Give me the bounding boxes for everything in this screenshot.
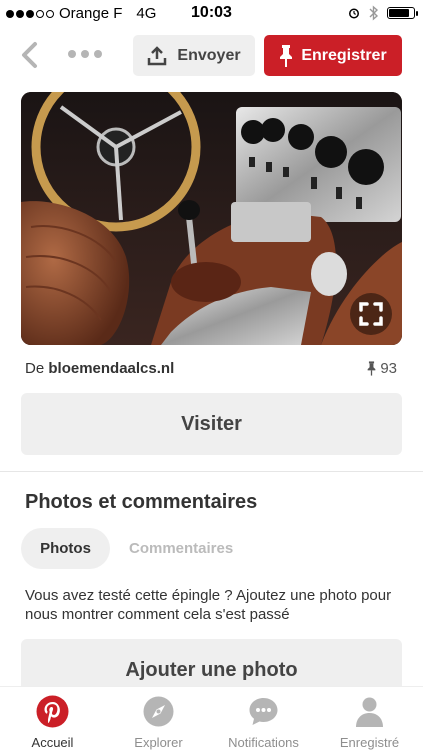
nav-label-explore: Explorer	[134, 735, 183, 750]
saves-count-value: 93	[380, 360, 397, 377]
add-photo-button-label: Ajouter une photo	[125, 658, 298, 681]
nav-item-explore[interactable]: Explorer	[106, 687, 211, 751]
nav-item-home[interactable]: Accueil	[0, 687, 105, 751]
send-button[interactable]: Envoyer	[133, 35, 255, 76]
chevron-left-icon[interactable]	[18, 40, 42, 70]
speech-bubble-icon	[249, 698, 278, 725]
source-prefix: De	[25, 360, 45, 377]
person-icon	[356, 697, 383, 727]
send-button-label: Envoyer	[177, 46, 241, 64]
section-title: Photos et commentaires	[25, 491, 258, 513]
add-photo-prompt: Vous avez testé cette épingle ? Ajoutez …	[25, 587, 392, 623]
alarm-icon	[349, 8, 359, 19]
saves-count: 93	[367, 360, 397, 377]
pinterest-logo-icon	[36, 695, 69, 728]
nav-label-saved: Enregistré	[339, 735, 400, 750]
expand-image-button[interactable]	[350, 293, 392, 335]
nav-item-saved[interactable]: Enregistré	[317, 687, 422, 751]
status-bar: Orange F 4G 10:03	[0, 0, 423, 28]
pushpin-icon	[280, 44, 293, 67]
tab-comments[interactable]: Commentaires	[129, 540, 233, 557]
pin-image[interactable]	[21, 92, 402, 345]
car-interior-photo	[21, 92, 402, 345]
expand-icon	[359, 302, 383, 326]
battery-icon	[387, 7, 418, 19]
save-button-label: Enregistrer	[301, 46, 387, 64]
nav-label-notifications: Notifications	[228, 735, 299, 750]
source-domain[interactable]: bloemendaalcs.nl	[48, 360, 174, 377]
bottom-nav: Accueil Explorer Notifications Enregistr…	[0, 686, 423, 751]
pushpin-icon	[367, 361, 376, 376]
nav-item-notifications[interactable]: Notifications	[211, 687, 316, 751]
bluetooth-icon	[369, 5, 379, 21]
visit-button-label: Visiter	[181, 412, 242, 435]
compass-icon	[143, 696, 174, 727]
save-button[interactable]: Enregistrer	[264, 35, 402, 76]
nav-label-home: Accueil	[31, 735, 74, 750]
visit-button[interactable]: Visiter	[21, 393, 402, 455]
pin-top-bar: Envoyer Enregistrer	[0, 30, 423, 82]
section-divider	[0, 471, 423, 472]
share-upload-icon	[148, 45, 167, 65]
pin-source[interactable]: De bloemendaalcs.nl	[25, 360, 174, 377]
more-dots-icon[interactable]	[68, 50, 102, 58]
tab-photos[interactable]: Photos	[21, 528, 110, 569]
